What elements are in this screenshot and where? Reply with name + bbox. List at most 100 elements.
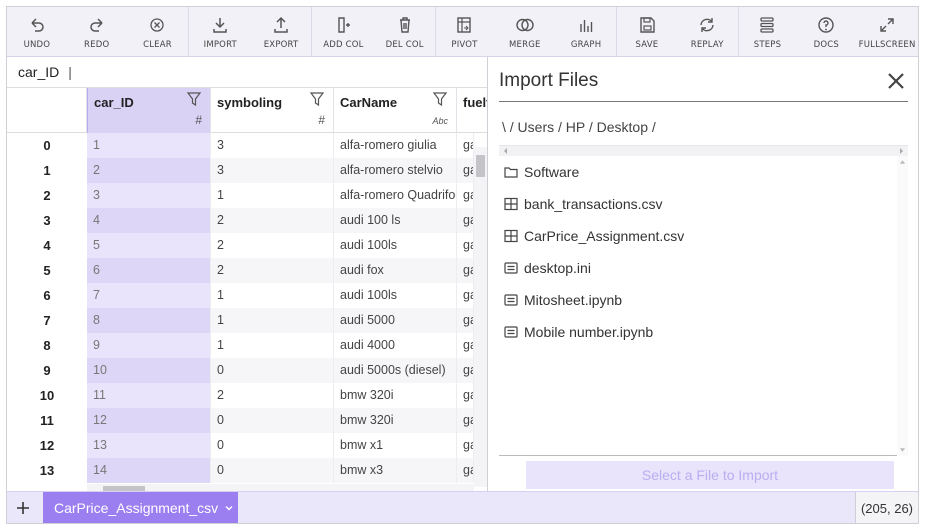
cell-fueltype[interactable]: ga: [457, 383, 474, 408]
cell-carname[interactable]: bmw 320i: [334, 383, 457, 408]
scroll-right-icon[interactable]: [897, 147, 905, 155]
cell-carname[interactable]: audi 4000: [334, 333, 457, 358]
add-sheet-button[interactable]: [7, 492, 39, 523]
row-index[interactable]: 12: [7, 433, 87, 458]
undo-button[interactable]: UNDO: [7, 7, 67, 57]
row-index[interactable]: 11: [7, 408, 87, 433]
cell-car-id[interactable]: 11: [87, 383, 211, 408]
row-index[interactable]: 10: [7, 383, 87, 408]
row-index[interactable]: 8: [7, 333, 87, 358]
cell-fueltype[interactable]: ga: [457, 458, 474, 483]
row-index[interactable]: 1: [7, 158, 87, 183]
cell-fueltype[interactable]: ga: [457, 233, 474, 258]
cell-fueltype[interactable]: ga: [457, 358, 474, 383]
graph-button[interactable]: GRAPH: [556, 7, 616, 57]
file-item[interactable]: desktop.ini: [499, 252, 591, 284]
cell-carname[interactable]: alfa-romero stelvio: [334, 158, 457, 183]
cell-fueltype[interactable]: ga: [457, 433, 474, 458]
replay-button[interactable]: REPLAY: [677, 7, 738, 57]
cell-fueltype[interactable]: ga: [457, 183, 474, 208]
cell-symboling[interactable]: 1: [211, 283, 334, 308]
row-index[interactable]: 3: [7, 208, 87, 233]
grid-horizontal-scrollbar[interactable]: [87, 484, 474, 491]
file-item[interactable]: Software: [499, 156, 579, 188]
merge-button[interactable]: MERGE: [493, 7, 556, 57]
cell-car-id[interactable]: 10: [87, 358, 211, 383]
cell-fueltype[interactable]: ga: [457, 283, 474, 308]
row-index[interactable]: 0: [7, 133, 87, 158]
cell-car-id[interactable]: 5: [87, 233, 211, 258]
filter-icon[interactable]: [186, 91, 202, 107]
cell-symboling[interactable]: 1: [211, 183, 334, 208]
cell-symboling[interactable]: 2: [211, 383, 334, 408]
cell-car-id[interactable]: 8: [87, 308, 211, 333]
cell-car-id[interactable]: 12: [87, 408, 211, 433]
cell-carname[interactable]: audi 5000: [334, 308, 457, 333]
file-list-vertical-scrollbar[interactable]: [897, 156, 908, 456]
fullscreen-button[interactable]: FULLSCREEN: [856, 7, 918, 57]
cell-car-id[interactable]: 3: [87, 183, 211, 208]
formula-bar[interactable]: car_ID |: [7, 57, 487, 88]
file-list-horizontal-scrollbar[interactable]: [499, 145, 908, 156]
scrollbar-thumb[interactable]: [476, 155, 485, 177]
sheet-tab[interactable]: CarPrice_Assignment_csv: [43, 492, 238, 523]
cell-carname[interactable]: alfa-romero Quadrifoglio: [334, 183, 457, 208]
column-header-symboling[interactable]: symboling #: [211, 88, 334, 133]
cell-symboling[interactable]: 0: [211, 458, 334, 483]
breadcrumb[interactable]: \ / Users / HP / Desktop /: [502, 119, 656, 135]
cell-car-id[interactable]: 6: [87, 258, 211, 283]
cell-fueltype[interactable]: ga: [457, 258, 474, 283]
delete-column-button[interactable]: DEL COL: [375, 7, 435, 57]
cell-symboling[interactable]: 3: [211, 133, 334, 158]
column-header-carname[interactable]: CarName Abc: [334, 88, 457, 133]
import-file-button[interactable]: Select a File to Import: [526, 461, 894, 489]
import-button[interactable]: IMPORT: [189, 7, 251, 57]
cell-symboling[interactable]: 2: [211, 233, 334, 258]
scroll-left-icon[interactable]: [502, 147, 510, 155]
cell-carname[interactable]: audi 5000s (diesel): [334, 358, 457, 383]
row-index[interactable]: 4: [7, 233, 87, 258]
steps-button[interactable]: STEPS: [739, 7, 797, 57]
cell-carname[interactable]: audi 100ls: [334, 283, 457, 308]
pivot-button[interactable]: PIVOT: [436, 7, 494, 57]
cell-carname[interactable]: bmw x3: [334, 458, 457, 483]
cell-carname[interactable]: bmw x1: [334, 433, 457, 458]
scroll-down-icon[interactable]: [899, 447, 906, 453]
cell-symboling[interactable]: 0: [211, 358, 334, 383]
add-column-button[interactable]: ADD COL: [312, 7, 375, 57]
cell-carname[interactable]: bmw 320i: [334, 408, 457, 433]
cell-fueltype[interactable]: ga: [457, 208, 474, 233]
cell-car-id[interactable]: 2: [87, 158, 211, 183]
cell-carname[interactable]: audi 100 ls: [334, 208, 457, 233]
cell-carname[interactable]: audi fox: [334, 258, 457, 283]
column-header-fueltype[interactable]: fuelty: [457, 88, 487, 133]
cell-carname[interactable]: alfa-romero giulia: [334, 133, 457, 158]
column-header-car-id[interactable]: car_ID #: [87, 88, 211, 133]
file-item[interactable]: Mitosheet.ipynb: [499, 284, 622, 316]
redo-button[interactable]: REDO: [67, 7, 127, 57]
cell-car-id[interactable]: 7: [87, 283, 211, 308]
cell-fueltype[interactable]: ga: [457, 308, 474, 333]
row-index[interactable]: 5: [7, 258, 87, 283]
cell-symboling[interactable]: 1: [211, 333, 334, 358]
cell-fueltype[interactable]: ga: [457, 133, 474, 158]
docs-button[interactable]: DOCS: [796, 7, 856, 57]
file-item[interactable]: bank_transactions.csv: [499, 188, 663, 220]
cell-symboling[interactable]: 0: [211, 433, 334, 458]
row-index[interactable]: 7: [7, 308, 87, 333]
file-item[interactable]: Mobile number.ipynb: [499, 316, 653, 348]
cell-car-id[interactable]: 14: [87, 458, 211, 483]
row-index[interactable]: 9: [7, 358, 87, 383]
file-item[interactable]: CarPrice_Assignment.csv: [499, 220, 684, 252]
row-index[interactable]: 6: [7, 283, 87, 308]
cell-symboling[interactable]: 2: [211, 258, 334, 283]
row-index[interactable]: 13: [7, 458, 87, 483]
cell-carname[interactable]: audi 100ls: [334, 233, 457, 258]
save-button[interactable]: SAVE: [617, 7, 677, 57]
chevron-down-icon[interactable]: [224, 503, 234, 513]
cell-car-id[interactable]: 4: [87, 208, 211, 233]
filter-icon[interactable]: [309, 91, 325, 107]
cell-symboling[interactable]: 1: [211, 308, 334, 333]
grid-vertical-scrollbar[interactable]: [474, 147, 487, 487]
cell-car-id[interactable]: 13: [87, 433, 211, 458]
